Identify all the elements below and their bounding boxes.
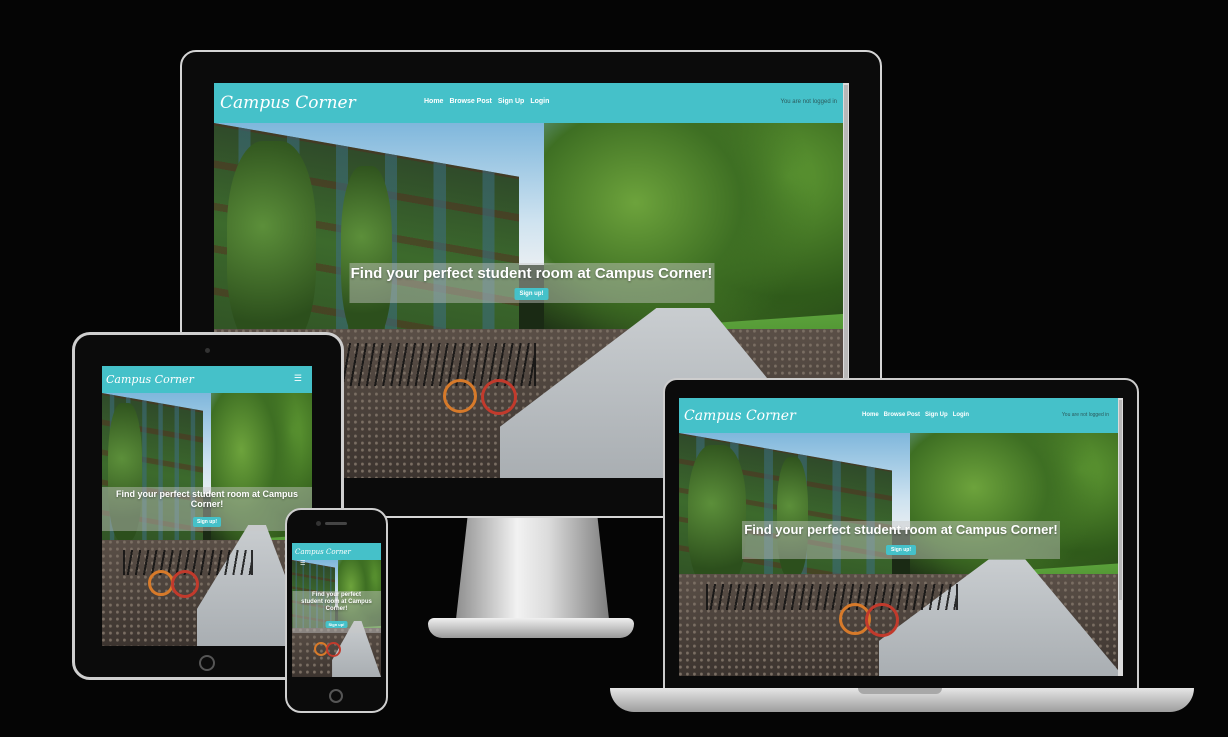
nav-sign-up[interactable]: Sign Up <box>925 412 948 418</box>
monitor-stand <box>455 518 610 628</box>
navbar: Campus Corner <box>292 543 381 560</box>
nav-sign-up[interactable]: Sign Up <box>498 98 524 105</box>
hero-banner: Find your perfect student room at Campus… <box>292 591 381 633</box>
home-button-icon <box>329 689 343 703</box>
navbar: Campus Corner Home Browse Post Sign Up L… <box>214 83 849 123</box>
phone-screen: Campus Corner ☰ Find your perfect studen… <box>292 543 381 677</box>
laptop-notch <box>858 688 942 694</box>
hero-banner: Find your perfect student room at Campus… <box>742 521 1060 559</box>
home-button-icon <box>199 655 215 671</box>
nav-home[interactable]: Home <box>424 98 443 105</box>
nav-links: Home Browse Post Sign Up Login <box>424 98 549 105</box>
hamburger-icon[interactable]: ☰ <box>294 373 302 384</box>
nav-browse-post[interactable]: Browse Post <box>449 98 491 105</box>
laptop-screen: Campus Corner Home Browse Post Sign Up L… <box>679 398 1123 676</box>
hero-headline-line-2: student room at Campus <box>301 598 372 605</box>
camera-icon <box>316 521 321 526</box>
login-status: You are not logged in <box>1061 412 1109 418</box>
hero-banner: Find your perfect student room at Campus… <box>349 263 714 304</box>
hamburger-icon[interactable]: ☰ <box>300 560 305 567</box>
hero-banner: Find your perfect student room at Campus… <box>102 487 312 531</box>
hero-headline-line-1: Find your perfect <box>311 592 361 598</box>
nav-home[interactable]: Home <box>862 412 879 418</box>
brand-logo[interactable]: Campus Corner <box>295 548 351 556</box>
signup-button[interactable]: Sign up! <box>514 288 549 301</box>
scrollbar[interactable] <box>1118 398 1123 676</box>
login-status: You are not logged in <box>780 99 838 105</box>
nav-login[interactable]: Login <box>530 98 549 105</box>
hero-headline-line-2: Corner! <box>190 499 224 510</box>
nav-login[interactable]: Login <box>953 412 969 418</box>
nav-links: Home Browse Post Sign Up Login <box>862 412 969 418</box>
hero-headline: Find your perfect student room at Campus… <box>744 522 1058 537</box>
hero-headline-line-3: Corner! <box>325 605 348 612</box>
navbar: Campus Corner ☰ <box>102 366 312 393</box>
signup-button[interactable]: Sign up! <box>325 620 348 628</box>
tablet-screen: Campus Corner ☰ Find your perfect studen… <box>102 366 312 646</box>
nav-browse-post[interactable]: Browse Post <box>884 412 920 418</box>
hero-headline-line-1: Find your perfect student room at Campus <box>115 489 299 499</box>
camera-icon <box>205 348 210 353</box>
signup-button[interactable]: Sign up! <box>886 544 916 555</box>
hero-headline: Find your perfect student room at Campus… <box>350 265 713 282</box>
brand-logo[interactable]: Campus Corner <box>684 408 796 424</box>
brand-logo[interactable]: Campus Corner <box>220 93 356 113</box>
monitor-base <box>428 618 634 638</box>
brand-logo[interactable]: Campus Corner <box>106 373 194 386</box>
signup-button[interactable]: Sign up! <box>193 516 221 527</box>
navbar: Campus Corner Home Browse Post Sign Up L… <box>679 398 1123 433</box>
speaker-icon <box>325 522 347 525</box>
